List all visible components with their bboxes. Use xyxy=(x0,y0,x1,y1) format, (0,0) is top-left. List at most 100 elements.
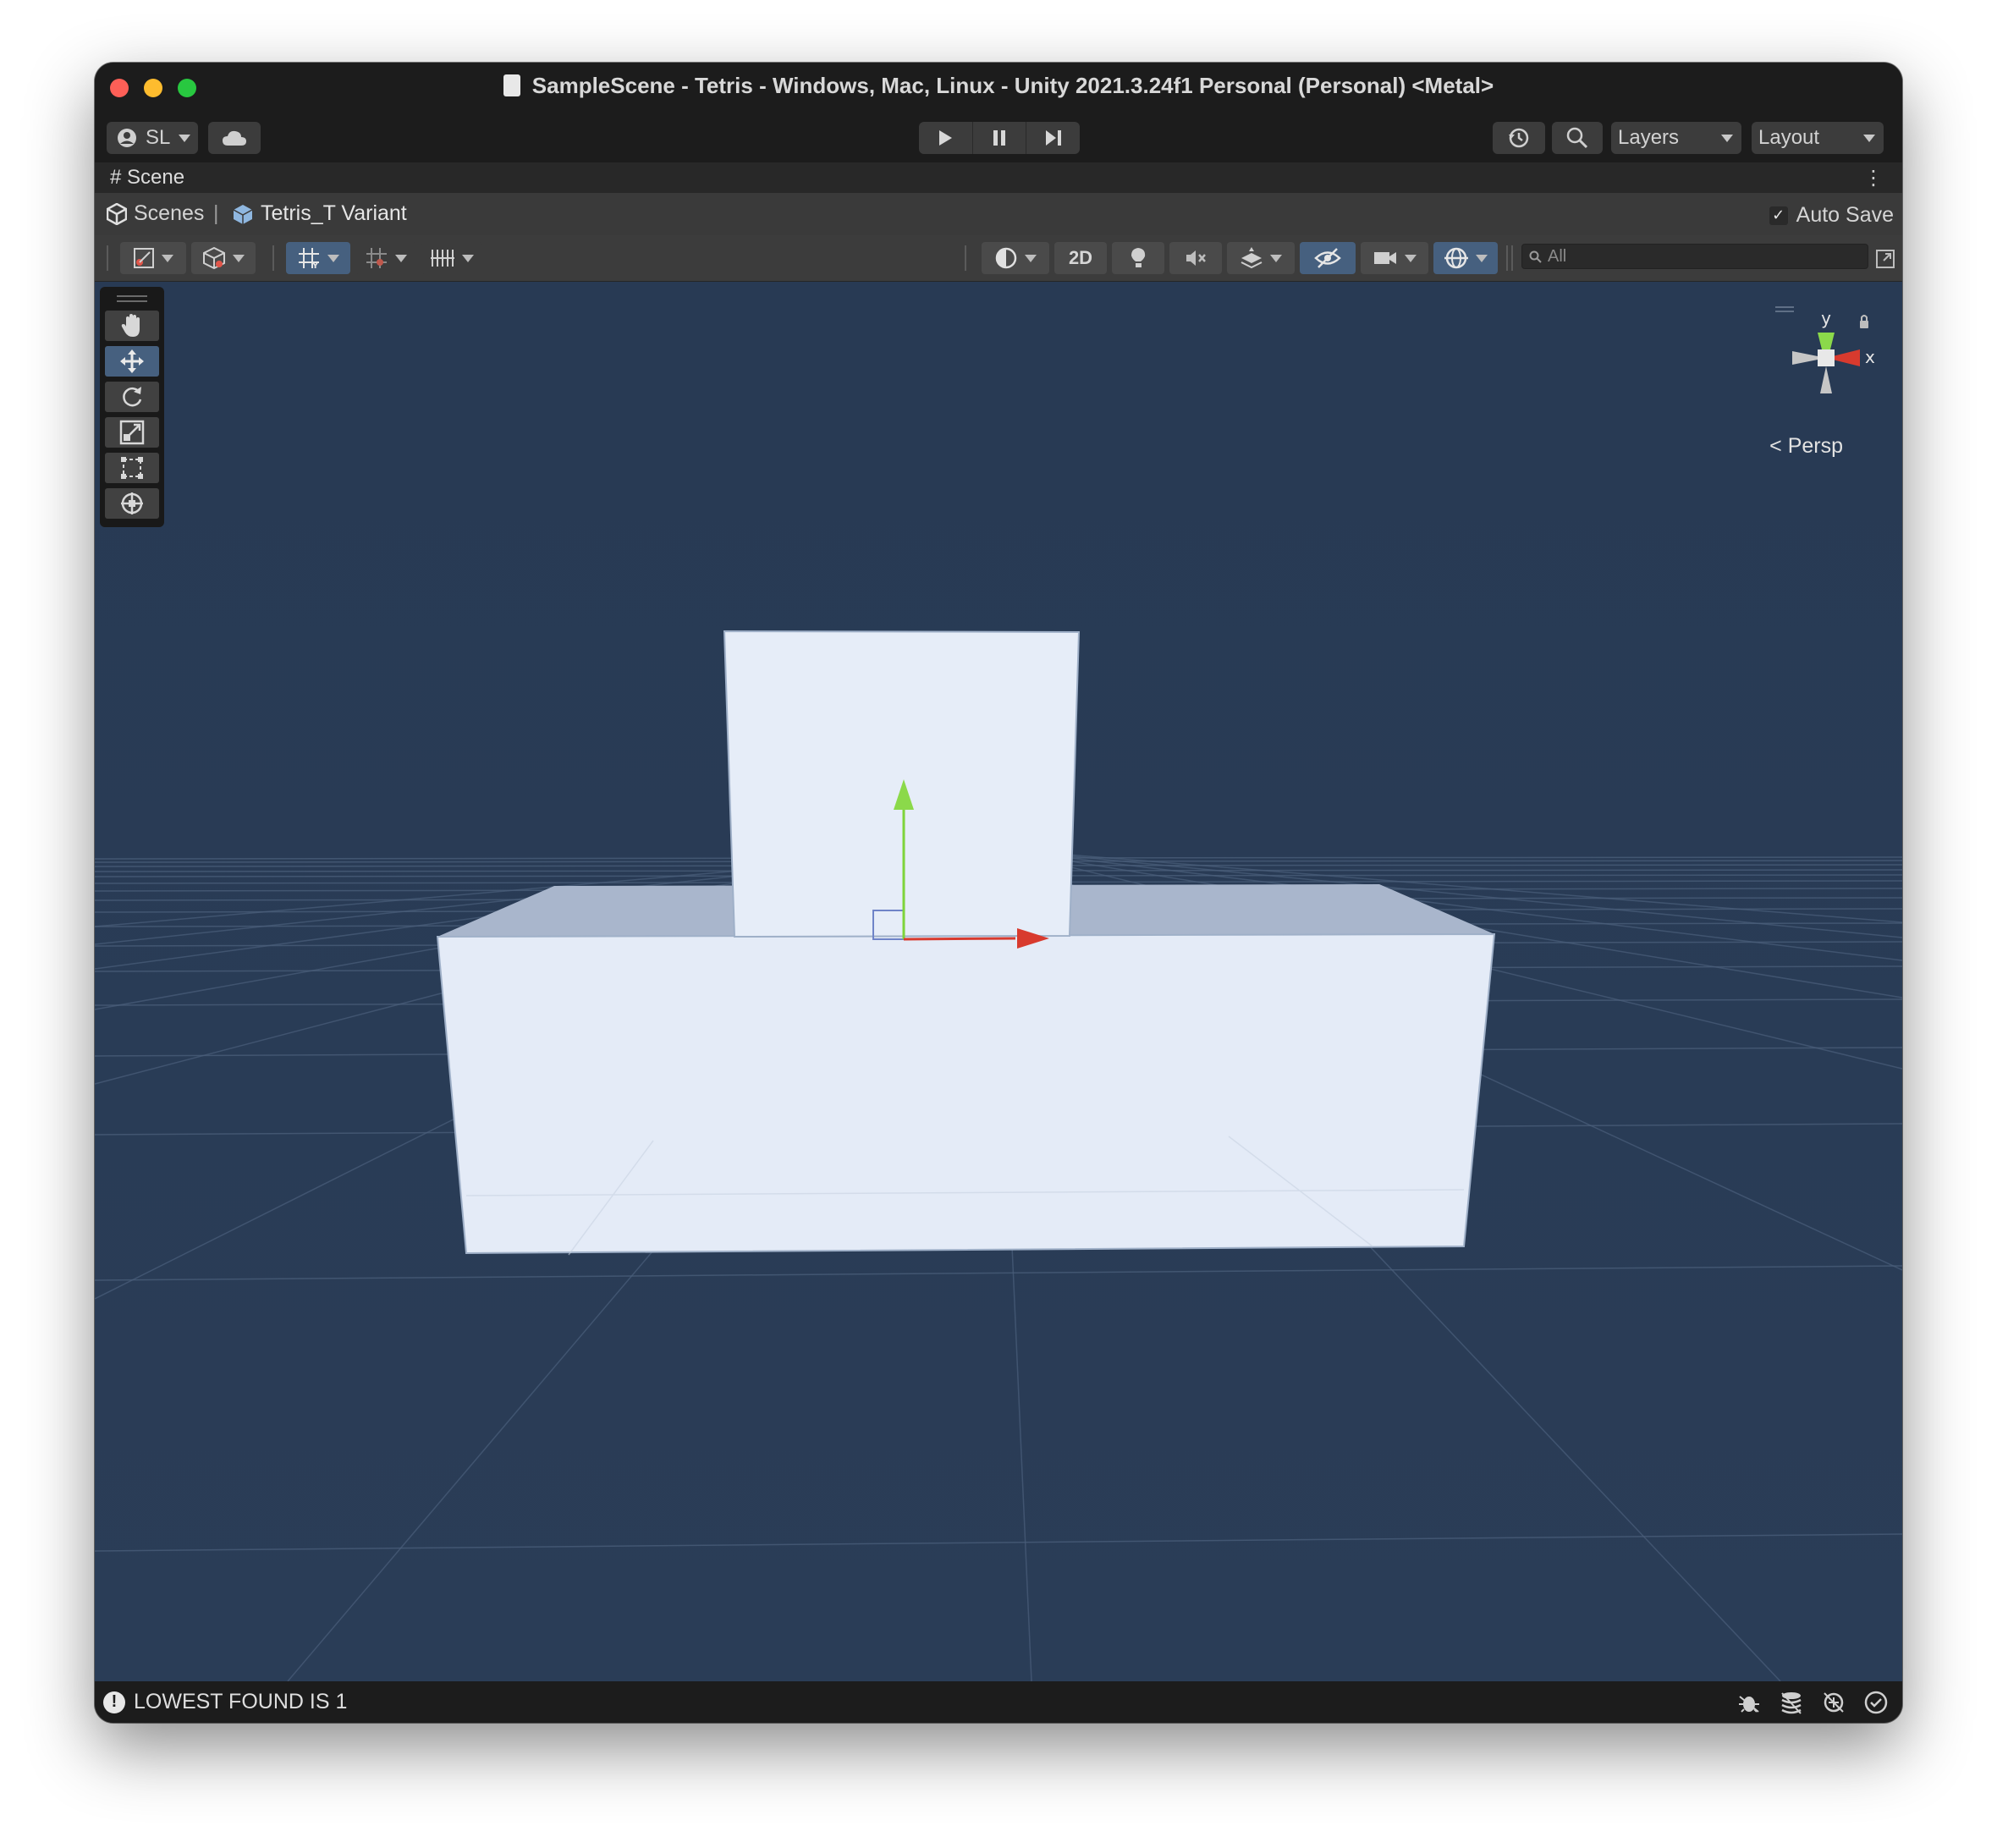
scene-visibility-toggle[interactable] xyxy=(1300,242,1356,274)
move-tool-button[interactable] xyxy=(105,346,159,377)
progress-check-icon[interactable] xyxy=(1863,1690,1889,1715)
pause-icon xyxy=(993,130,1005,146)
move-arrows-icon xyxy=(120,349,144,373)
pause-button[interactable] xyxy=(973,122,1027,154)
console-message[interactable]: ! LOWEST FOUND IS 1 xyxy=(103,1690,347,1714)
gizmo-center-cube[interactable] xyxy=(1818,349,1835,366)
more-options-icon[interactable]: ⋮ xyxy=(1863,166,1884,190)
projection-label: Persp xyxy=(1787,434,1843,458)
breadcrumb-prefab[interactable]: Tetris_T Variant xyxy=(232,201,407,226)
chevron-down-icon xyxy=(233,254,245,262)
console-message-text: LOWEST FOUND IS 1 xyxy=(134,1690,348,1713)
chevron-down-icon xyxy=(1270,254,1282,262)
hand-tool-button[interactable] xyxy=(105,311,159,341)
undo-history-button[interactable] xyxy=(1493,122,1545,154)
projection-toggle[interactable]: < Persp xyxy=(1769,434,1843,459)
draw-mode-dropdown[interactable] xyxy=(982,242,1049,274)
chevron-down-icon xyxy=(1405,254,1417,262)
grid-snapping-dropdown[interactable] xyxy=(355,242,416,274)
gizmo-neg-y-cone[interactable] xyxy=(1820,366,1832,393)
layers-dropdown[interactable]: Layers xyxy=(1611,122,1741,154)
play-button[interactable] xyxy=(919,122,973,154)
chevron-down-icon xyxy=(395,254,407,262)
toggle-2d-button[interactable]: 2D xyxy=(1054,242,1107,274)
layout-dropdown[interactable]: Layout xyxy=(1752,122,1884,154)
gizmos-dropdown[interactable] xyxy=(1433,242,1498,274)
chevron-down-icon xyxy=(462,254,474,262)
effects-dropdown[interactable] xyxy=(1227,242,1295,274)
search-button[interactable] xyxy=(1552,122,1603,154)
maximize-panel-icon[interactable] xyxy=(1875,249,1895,269)
hand-icon xyxy=(121,314,140,337)
rotate-icon xyxy=(123,387,142,407)
scene-viewport[interactable]: y x < Persp xyxy=(95,282,1902,1681)
search-placeholder: All xyxy=(1548,246,1567,266)
tool-handle-rotation-dropdown[interactable] xyxy=(191,242,256,274)
audio-toggle[interactable] xyxy=(1169,242,1222,274)
unity-editor-window: SampleScene - Tetris - Windows, Mac, Lin… xyxy=(95,63,1902,1723)
chevron-down-icon xyxy=(327,254,339,262)
chevron-down-icon xyxy=(162,254,173,262)
camera-icon xyxy=(1374,252,1396,264)
tab-scene-label: Scene xyxy=(127,166,185,189)
increment-snapping-dropdown[interactable] xyxy=(421,242,482,274)
auto-generate-lighting-icon[interactable] xyxy=(1821,1690,1846,1715)
pivot-icon xyxy=(134,248,154,268)
local-global-icon xyxy=(203,246,225,270)
auto-save-checkbox[interactable]: ✓ xyxy=(1769,206,1788,225)
effects-layers-icon xyxy=(1241,247,1263,269)
chevron-down-icon xyxy=(179,134,191,142)
strip-grip xyxy=(117,300,147,302)
cache-server-icon[interactable] xyxy=(1779,1690,1804,1715)
upper-cube-front-face xyxy=(723,630,1081,938)
tab-scene[interactable]: # Scene xyxy=(110,166,184,190)
window-title: SampleScene - Tetris - Windows, Mac, Lin… xyxy=(531,73,1494,98)
unity-document-icon xyxy=(503,74,520,96)
svg-text:Y: Y xyxy=(311,261,319,270)
light-bulb-icon xyxy=(1131,248,1146,267)
scene-render xyxy=(95,282,1902,1681)
layers-label: Layers xyxy=(1618,126,1680,149)
scene-camera-dropdown[interactable] xyxy=(1361,242,1428,274)
debug-bug-icon[interactable] xyxy=(1736,1690,1762,1715)
lock-icon[interactable] xyxy=(1860,321,1868,328)
chevron-down-icon xyxy=(1025,254,1037,262)
lock-icon-shackle xyxy=(1861,315,1868,321)
chevron-down-icon xyxy=(1863,134,1875,142)
grid-visibility-dropdown[interactable]: Y xyxy=(286,242,350,274)
scene-tab-header: # Scene ⋮ xyxy=(95,162,1902,193)
hierarchy-search-input[interactable]: All xyxy=(1521,244,1868,269)
grid-snap-icon xyxy=(366,248,387,268)
transform-all-icon xyxy=(121,492,143,514)
account-dropdown[interactable]: SL xyxy=(107,122,198,154)
breadcrumb-current-label: Tetris_T Variant xyxy=(261,201,407,225)
rotate-tool-button[interactable] xyxy=(105,382,159,412)
scale-tool-button[interactable] xyxy=(105,417,159,448)
tool-handle-position-dropdown[interactable] xyxy=(120,242,186,274)
gizmo-x-label: x xyxy=(1865,347,1875,367)
rect-tool-button[interactable] xyxy=(105,453,159,483)
gizmos-globe-icon xyxy=(1444,247,1468,269)
account-icon xyxy=(118,129,136,147)
gizmo-y-label: y xyxy=(1821,308,1831,328)
transform-tool-button[interactable] xyxy=(105,488,159,519)
scene-view-toolbar: Y 2D All xyxy=(95,235,1902,282)
auto-save-toggle[interactable]: ✓ Auto Save xyxy=(1769,203,1894,228)
warning-icon: ! xyxy=(103,1691,125,1713)
audio-muted-icon xyxy=(1186,250,1206,266)
orientation-gizmo[interactable]: y x xyxy=(1750,299,1885,426)
x-axis-line[interactable] xyxy=(903,937,1016,941)
cloud-icon xyxy=(223,130,246,146)
breadcrumb: Scenes | Tetris_T Variant ✓ Auto Save xyxy=(95,193,1902,236)
breadcrumb-scenes[interactable]: Scenes xyxy=(107,201,204,226)
auto-save-label: Auto Save xyxy=(1796,203,1894,227)
prefab-variant-icon xyxy=(233,204,253,224)
chevron-down-icon xyxy=(1721,134,1733,142)
lighting-toggle[interactable] xyxy=(1112,242,1164,274)
strip-grip xyxy=(117,295,147,297)
breadcrumb-separator: | xyxy=(213,201,219,225)
cloud-services-button[interactable] xyxy=(208,122,261,154)
step-button[interactable] xyxy=(1026,122,1080,154)
history-icon xyxy=(1509,128,1529,148)
shaded-sphere-icon xyxy=(995,247,1017,269)
